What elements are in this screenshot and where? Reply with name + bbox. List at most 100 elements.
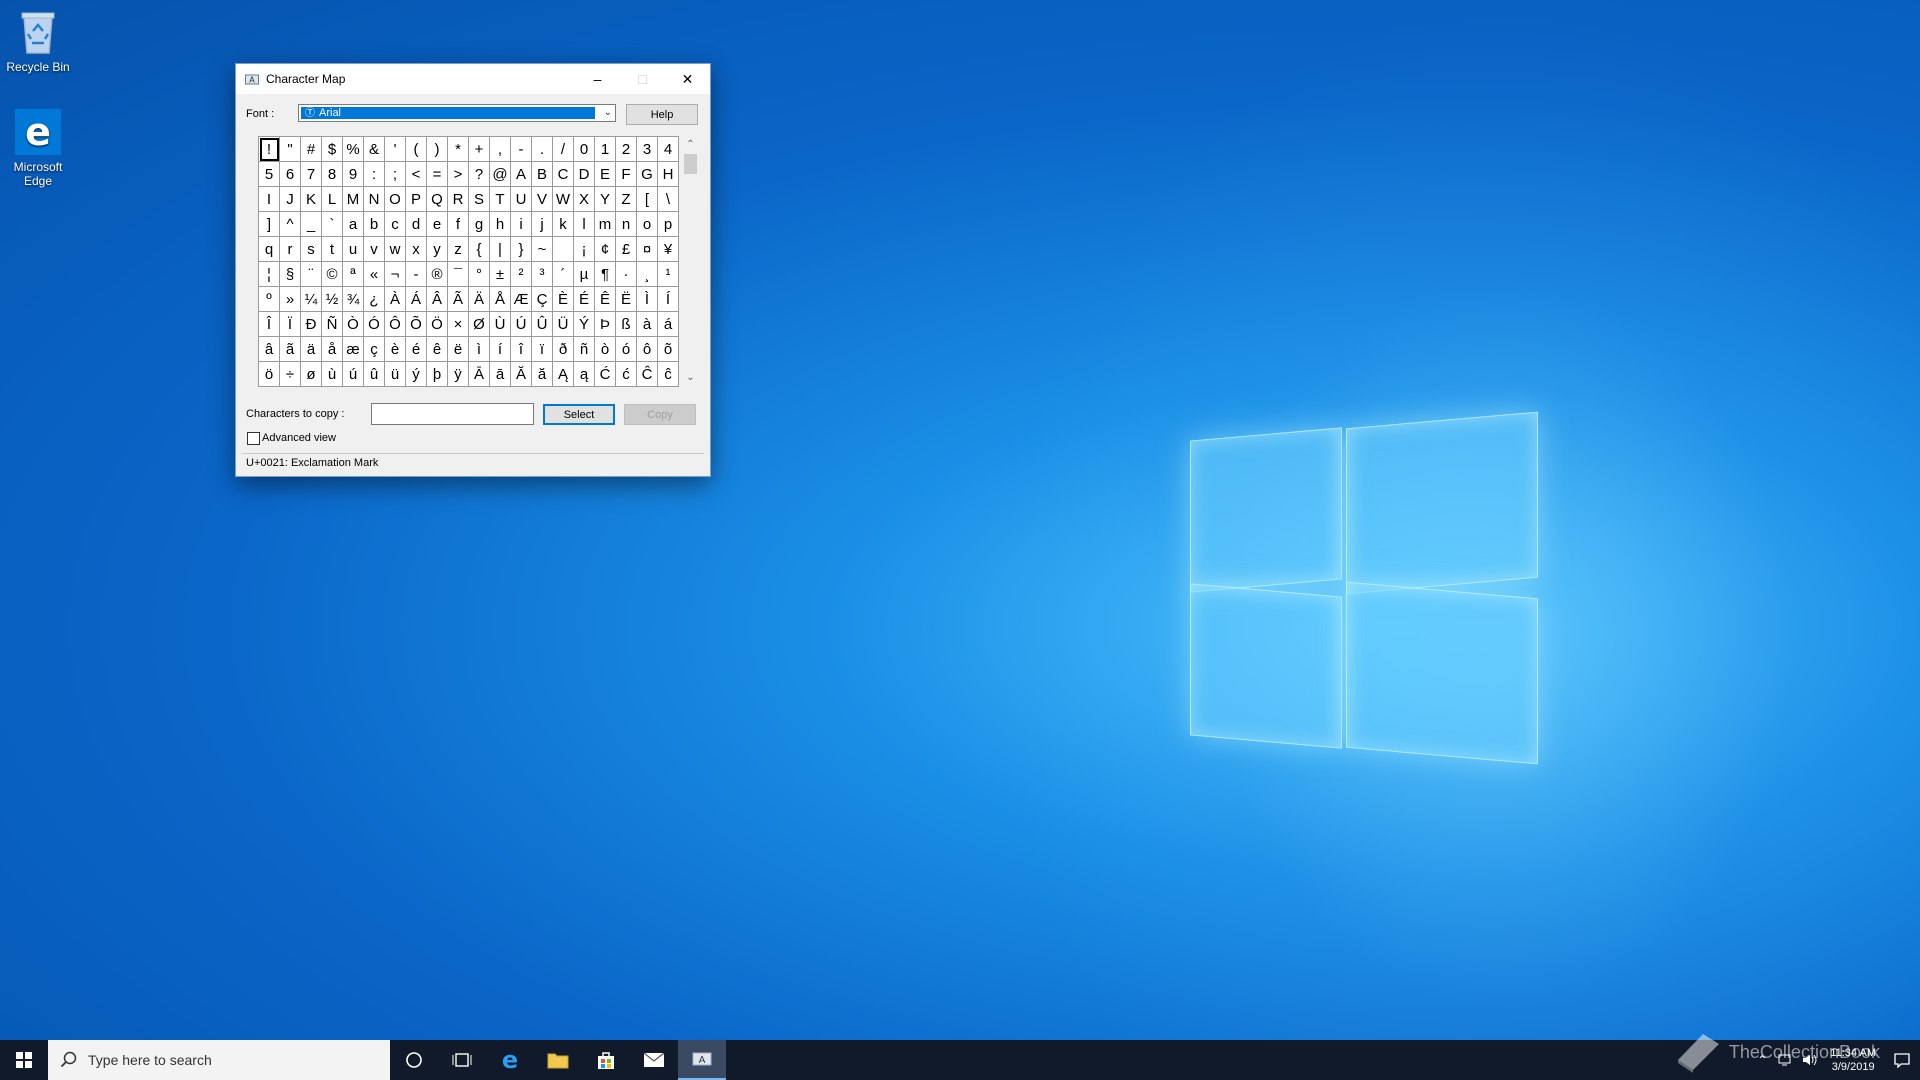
character-cell[interactable]: ê xyxy=(427,337,448,362)
character-cell[interactable]: à xyxy=(637,312,658,337)
character-cell[interactable]: + xyxy=(469,137,490,162)
character-cell[interactable]: ¤ xyxy=(637,237,658,262)
character-cell[interactable]: Z xyxy=(616,187,637,212)
character-cell[interactable]: N xyxy=(364,187,385,212)
character-cell[interactable]: 8 xyxy=(322,162,343,187)
character-cell[interactable]: ¡ xyxy=(574,237,595,262)
character-cell[interactable]: J xyxy=(280,187,301,212)
character-cell[interactable]: ( xyxy=(406,137,427,162)
character-cell[interactable]: ² xyxy=(511,262,532,287)
notification-icon[interactable] xyxy=(1884,1040,1920,1080)
character-cell[interactable]: Õ xyxy=(406,312,427,337)
character-cell[interactable]: S xyxy=(469,187,490,212)
character-cell[interactable]: · xyxy=(616,262,637,287)
character-cell[interactable]: Ó xyxy=(364,312,385,337)
character-cell[interactable]: W xyxy=(553,187,574,212)
character-cell[interactable]: æ xyxy=(343,337,364,362)
character-cell[interactable]: ã xyxy=(280,337,301,362)
character-cell[interactable]: ´ xyxy=(553,262,574,287)
taskbar-file-explorer-button[interactable] xyxy=(534,1040,582,1080)
character-cell[interactable]: É xyxy=(574,287,595,312)
character-cell[interactable]: Ç xyxy=(532,287,553,312)
character-cell[interactable]: ô xyxy=(637,337,658,362)
character-cell[interactable]: Ú xyxy=(511,312,532,337)
character-cell[interactable]: Ö xyxy=(427,312,448,337)
character-cell[interactable]: Ô xyxy=(385,312,406,337)
character-cell[interactable]: × xyxy=(448,312,469,337)
character-cell[interactable]: - xyxy=(406,262,427,287)
character-cell[interactable]: þ xyxy=(427,362,448,387)
character-cell[interactable]: ° xyxy=(469,262,490,287)
character-cell[interactable]: Ĉ xyxy=(637,362,658,387)
character-cell[interactable] xyxy=(553,237,574,262)
help-button[interactable]: Help xyxy=(626,104,698,125)
character-cell[interactable]: E xyxy=(595,162,616,187)
character-cell[interactable]: ą xyxy=(574,362,595,387)
window-titlebar[interactable]: A Character Map – □ ✕ xyxy=(236,64,710,94)
character-cell[interactable]: ù xyxy=(322,362,343,387)
character-cell[interactable]: Ñ xyxy=(322,312,343,337)
character-cell[interactable]: Ă xyxy=(511,362,532,387)
character-cell[interactable]: Ä xyxy=(469,287,490,312)
character-cell[interactable]: R xyxy=(448,187,469,212)
character-cell[interactable]: ± xyxy=(490,262,511,287)
character-cell[interactable]: 1 xyxy=(595,137,616,162)
character-cell[interactable]: ¬ xyxy=(385,262,406,287)
character-cell[interactable]: Æ xyxy=(511,287,532,312)
character-cell[interactable]: ð xyxy=(553,337,574,362)
character-cell[interactable]: ^ xyxy=(280,212,301,237)
character-cell[interactable]: D xyxy=(574,162,595,187)
character-cell[interactable]: ¹ xyxy=(658,262,679,287)
character-cell[interactable]: µ xyxy=(574,262,595,287)
character-cell[interactable]: Ë xyxy=(616,287,637,312)
character-cell[interactable]: ; xyxy=(385,162,406,187)
character-cell[interactable]: À xyxy=(385,287,406,312)
character-cell[interactable]: h xyxy=(490,212,511,237)
character-cell[interactable]: u xyxy=(343,237,364,262)
character-cell[interactable]: d xyxy=(406,212,427,237)
character-cell[interactable]: i xyxy=(511,212,532,237)
maximize-button[interactable]: □ xyxy=(620,64,665,94)
characters-to-copy-input[interactable] xyxy=(371,403,534,425)
character-cell[interactable]: ñ xyxy=(574,337,595,362)
character-cell[interactable]: Ð xyxy=(301,312,322,337)
character-cell[interactable]: ¥ xyxy=(658,237,679,262)
character-cell[interactable]: ' xyxy=(385,137,406,162)
taskbar-character-map-button[interactable]: A xyxy=(678,1040,726,1080)
character-cell[interactable]: a xyxy=(343,212,364,237)
character-cell[interactable]: = xyxy=(427,162,448,187)
start-button[interactable] xyxy=(0,1040,48,1080)
character-cell[interactable]: < xyxy=(406,162,427,187)
character-cell[interactable]: ] xyxy=(259,212,280,237)
character-cell[interactable]: * xyxy=(448,137,469,162)
character-cell[interactable]: í xyxy=(490,337,511,362)
character-cell[interactable]: A xyxy=(511,162,532,187)
desktop-icon-microsoft-edge[interactable]: e Microsoft Edge xyxy=(0,108,76,188)
character-cell[interactable]: ć xyxy=(616,362,637,387)
character-cell[interactable]: 2 xyxy=(616,137,637,162)
close-button[interactable]: ✕ xyxy=(665,64,710,94)
character-cell[interactable]: è xyxy=(385,337,406,362)
character-cell[interactable]: ¸ xyxy=(637,262,658,287)
character-cell[interactable]: Ê xyxy=(595,287,616,312)
character-cell[interactable]: Ï xyxy=(280,312,301,337)
character-cell[interactable]: 0 xyxy=(574,137,595,162)
character-cell[interactable]: Y xyxy=(595,187,616,212)
character-cell[interactable]: j xyxy=(532,212,553,237)
character-cell[interactable]: Ü xyxy=(553,312,574,337)
character-cell[interactable]: m xyxy=(595,212,616,237)
character-cell[interactable]: ĉ xyxy=(658,362,679,387)
character-cell[interactable]: § xyxy=(280,262,301,287)
character-cell[interactable]: s xyxy=(301,237,322,262)
character-cell[interactable]: º xyxy=(259,287,280,312)
character-cell[interactable]: ª xyxy=(343,262,364,287)
character-cell[interactable]: Ù xyxy=(490,312,511,337)
character-cell[interactable]: q xyxy=(259,237,280,262)
character-cell[interactable]: ÿ xyxy=(448,362,469,387)
cortana-button[interactable] xyxy=(390,1040,438,1080)
network-icon[interactable] xyxy=(1774,1040,1798,1080)
character-cell[interactable]: ? xyxy=(469,162,490,187)
character-cell[interactable]: ï xyxy=(532,337,553,362)
character-cell[interactable]: L xyxy=(322,187,343,212)
character-cell[interactable]: { xyxy=(469,237,490,262)
